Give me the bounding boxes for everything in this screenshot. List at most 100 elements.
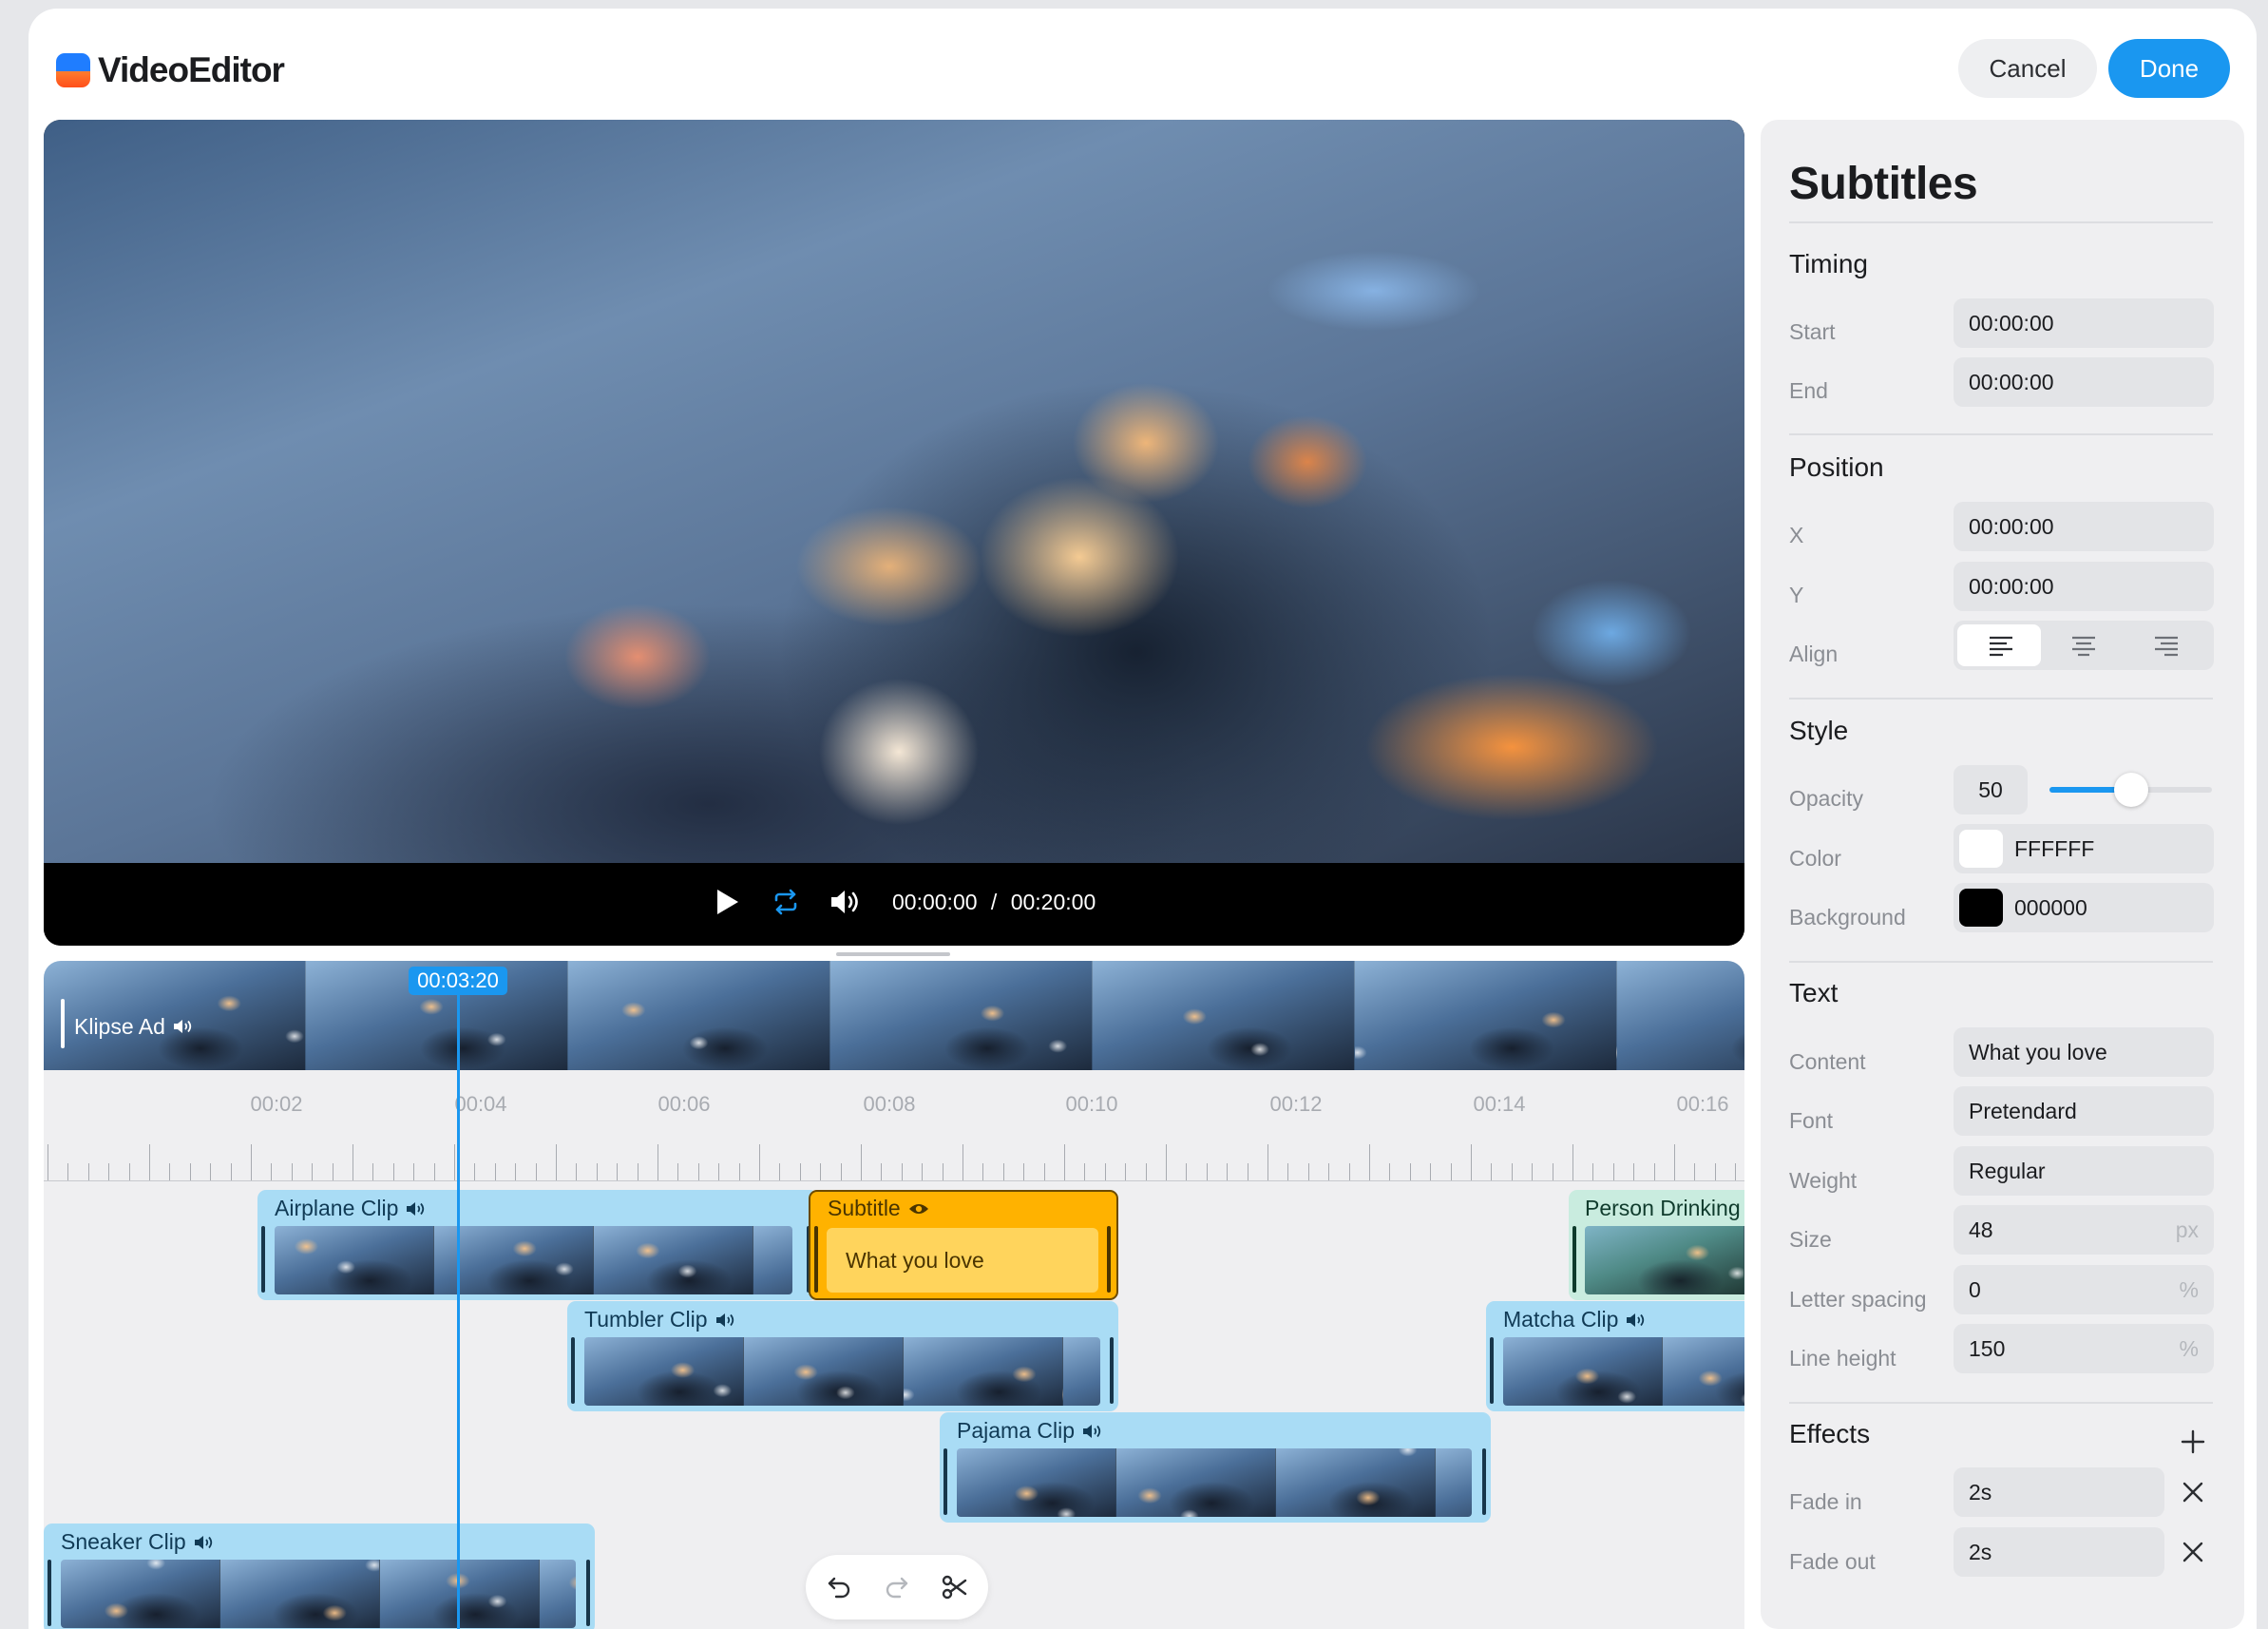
line-height-field[interactable]: 150 % (1954, 1324, 2214, 1373)
play-icon[interactable] (715, 888, 740, 916)
size-field[interactable]: 48 px (1954, 1205, 2214, 1255)
ruler-tick (1348, 1163, 1350, 1180)
volume-icon (173, 1020, 192, 1033)
letter-spacing-field[interactable]: 0 % (1954, 1265, 2214, 1314)
align-group (1954, 621, 2214, 670)
logo-icon (56, 53, 90, 87)
eye-icon[interactable] (908, 1200, 929, 1217)
content-field[interactable]: What you love (1954, 1027, 2214, 1077)
trim-handle-right[interactable] (586, 1560, 590, 1626)
ruler-tick (982, 1163, 984, 1180)
resize-handle[interactable] (836, 952, 950, 956)
trim-handle-left[interactable] (48, 1560, 51, 1626)
clip-name: Tumbler Clip (584, 1307, 708, 1332)
done-button[interactable]: Done (2108, 39, 2230, 98)
main-track[interactable]: Klipse Ad (44, 961, 1744, 1070)
clip-tumbler[interactable]: Tumbler Clip (567, 1301, 1118, 1411)
scissors-icon[interactable] (941, 1573, 969, 1601)
ruler-tick (1227, 1163, 1229, 1180)
loop-icon[interactable] (772, 888, 800, 916)
background-field[interactable]: 000000 (1954, 883, 2214, 932)
clip-label: Person Drinking M (1585, 1196, 1744, 1221)
y-field[interactable]: 00:00:00 (1954, 562, 2214, 611)
color-value: FFFFFF (2014, 836, 2095, 861)
opacity-slider-knob[interactable] (2113, 773, 2148, 807)
ruler-tick (210, 1163, 212, 1180)
letter-spacing-unit: % (2179, 1277, 2199, 1302)
clip-person-drinking[interactable]: Person Drinking M (1569, 1190, 1744, 1300)
clip-name: Person Drinking M (1585, 1196, 1744, 1220)
fade-out-field[interactable]: 2s (1954, 1527, 2164, 1577)
clip-frame (61, 1560, 220, 1628)
video-preview[interactable] (44, 120, 1744, 863)
clip-pajama[interactable]: Pajama Clip (940, 1412, 1491, 1523)
trim-handle-right[interactable] (1107, 1226, 1111, 1293)
trim-handle-left[interactable] (261, 1226, 265, 1293)
ruler-ticks[interactable] (44, 1136, 1744, 1181)
align-left-icon[interactable] (1957, 624, 2041, 666)
clip-sneaker[interactable]: Sneaker Clip (44, 1524, 595, 1629)
background-swatch[interactable] (1959, 889, 2003, 927)
clip-thumbnails (61, 1560, 576, 1628)
trim-handle-left[interactable] (1490, 1337, 1494, 1404)
ruler-tick (169, 1163, 171, 1180)
ruler-tick (1145, 1163, 1147, 1180)
size-unit: px (2175, 1217, 2199, 1242)
trim-handle-right[interactable] (1482, 1448, 1486, 1515)
weight-field[interactable]: Regular (1954, 1146, 2214, 1196)
align-center-icon[interactable] (2042, 624, 2125, 666)
trim-handle-right[interactable] (1110, 1337, 1114, 1404)
start-field[interactable]: 00:00:00 (1954, 298, 2214, 348)
clip-thumbnails (1585, 1226, 1744, 1294)
clip-frame (1436, 1448, 1472, 1517)
remove-fade-in-icon[interactable] (2180, 1479, 2206, 1505)
clip-subtitle[interactable]: Subtitle What you love (809, 1190, 1118, 1300)
trim-handle-left[interactable] (571, 1337, 575, 1404)
x-label: X (1789, 523, 1804, 547)
app-logo: VideoEditor (56, 50, 285, 90)
ruler-tick (271, 1163, 273, 1180)
main-track-label: Klipse Ad (61, 1005, 194, 1048)
end-label: End (1789, 378, 1828, 403)
clip-matcha[interactable]: Matcha Clip (1486, 1301, 1744, 1411)
ruler-tick (291, 1163, 293, 1180)
opacity-slider[interactable] (2049, 773, 2212, 807)
clip-airplane[interactable]: Airplane Clip (257, 1190, 818, 1300)
color-swatch[interactable] (1959, 830, 2003, 868)
ruler-tick (840, 1163, 842, 1180)
font-field[interactable]: Pretendard (1954, 1086, 2214, 1136)
clip-name: Subtitle (828, 1196, 901, 1220)
line-height-unit: % (2179, 1336, 2199, 1361)
clip-thumbnails (957, 1448, 1472, 1517)
main-track-frame (1093, 961, 1355, 1070)
trim-handle-left[interactable] (814, 1226, 818, 1293)
playhead[interactable] (457, 980, 460, 1629)
font-label: Font (1789, 1108, 1834, 1133)
ruler-tick (1023, 1163, 1025, 1180)
undo-icon[interactable] (825, 1573, 853, 1601)
ruler-tick (1084, 1163, 1086, 1180)
align-right-icon[interactable] (2126, 624, 2210, 666)
end-field[interactable]: 00:00:00 (1954, 357, 2214, 407)
x-field[interactable]: 00:00:00 (1954, 502, 2214, 551)
opacity-field[interactable]: 50 (1954, 765, 2028, 814)
volume-icon[interactable] (829, 888, 862, 916)
clip-frame (1063, 1337, 1100, 1406)
main-track-frame (1617, 961, 1744, 1070)
size-value: 48 (1969, 1217, 1993, 1242)
redo-icon[interactable] (883, 1573, 911, 1601)
add-effect-icon[interactable] (2180, 1428, 2206, 1455)
divider (1789, 1402, 2213, 1404)
cancel-button[interactable]: Cancel (1958, 39, 2097, 98)
fade-in-field[interactable]: 2s (1954, 1467, 2164, 1517)
color-field[interactable]: FFFFFF (1954, 824, 2214, 873)
align-label: Align (1789, 642, 1839, 666)
ruler-tick (1430, 1163, 1432, 1180)
volume-icon (407, 1201, 425, 1216)
video-editor-window: VideoEditor Cancel Done 00:00:00 / 00:20… (29, 9, 2257, 1629)
ruler-label: 00:10 (1065, 1092, 1118, 1116)
remove-fade-out-icon[interactable] (2180, 1539, 2206, 1565)
playhead-time[interactable]: 00:03:20 (409, 967, 507, 995)
trim-handle-left[interactable] (1572, 1226, 1576, 1293)
trim-handle-left[interactable] (943, 1448, 947, 1515)
